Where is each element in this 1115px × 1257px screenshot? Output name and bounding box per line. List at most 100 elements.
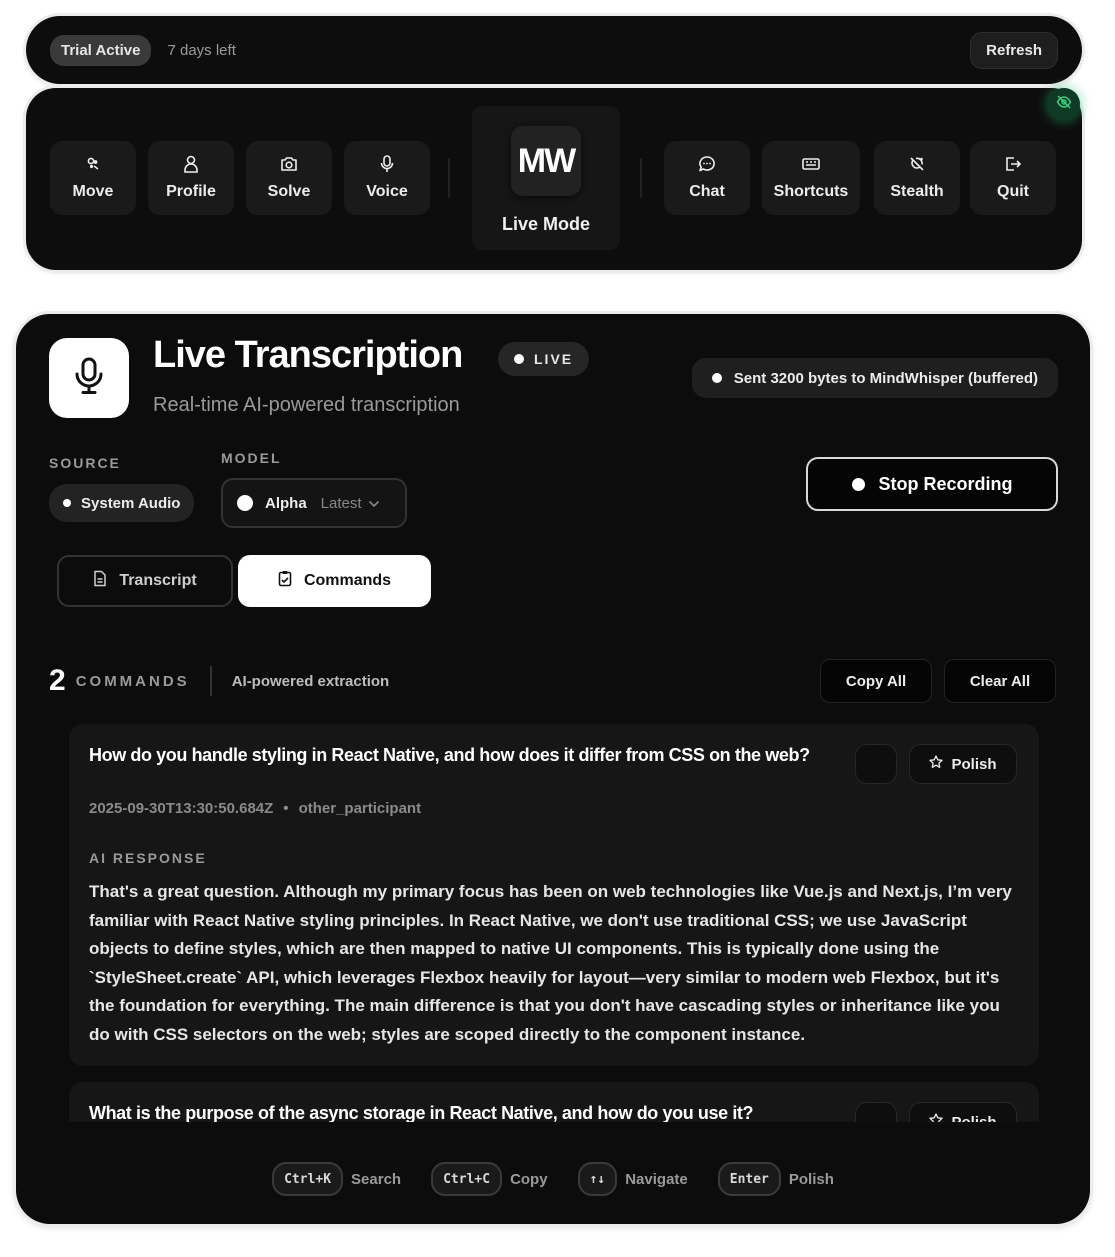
move-label: Move (72, 183, 114, 200)
card-action-button[interactable] (855, 1102, 897, 1122)
solve-label: Solve (267, 183, 311, 200)
shortcut-key: Ctrl+C (431, 1162, 503, 1196)
chat-label: Chat (689, 183, 725, 200)
polish-label: Polish (951, 755, 997, 773)
trial-bar: Trial Active 7 days left Refresh (26, 16, 1082, 84)
status-text: Sent 3200 bytes to MindWhisper (buffered… (733, 369, 1038, 387)
command-timestamp: 2025-09-30T13:30:50.684Z (89, 800, 274, 817)
model-dot (237, 495, 253, 511)
shortcut-label: Navigate (625, 1170, 688, 1188)
clipboard-icon (278, 570, 292, 592)
shortcuts-button[interactable]: Shortcuts (762, 141, 860, 215)
chat-button[interactable]: Chat (664, 141, 750, 215)
solve-button[interactable]: Solve (246, 141, 332, 215)
eye-off-icon (1056, 94, 1072, 115)
stealth-label: Stealth (890, 183, 944, 200)
polish-button[interactable]: Polish (909, 744, 1017, 784)
shortcut-navigate: ↑↓ Navigate (577, 1162, 688, 1196)
live-transcription-panel: Live Transcription LIVE Real-time AI-pow… (16, 314, 1090, 1224)
tab-commands[interactable]: Commands (238, 555, 431, 607)
toolbar-divider (448, 158, 450, 198)
stop-recording-label: Stop Recording (878, 473, 1013, 494)
microphone-icon (378, 155, 396, 173)
ai-response-text: That's a great question. Although my pri… (89, 882, 1012, 1044)
profile-button[interactable]: Profile (148, 141, 234, 215)
record-dot (851, 477, 865, 491)
camera-icon (280, 155, 298, 173)
tab-commands-label: Commands (303, 572, 392, 589)
user-icon (182, 155, 200, 173)
trial-status-badge: Trial Active (50, 34, 152, 66)
shortcut-polish: Enter Polish (717, 1162, 834, 1196)
star-icon (929, 755, 944, 773)
mw-logo: MW (511, 126, 581, 196)
polish-label: Polish (951, 1113, 997, 1123)
voice-label: Voice (366, 183, 408, 200)
shortcut-label: Polish (788, 1170, 834, 1188)
stop-recording-button[interactable]: Stop Recording (806, 457, 1058, 511)
commands-count: 2 (49, 664, 66, 697)
quit-button[interactable]: Quit (970, 141, 1056, 215)
shortcut-hints: Ctrl+K Search Ctrl+C Copy ↑↓ Navigate En… (16, 1162, 1090, 1196)
toolbar-divider (640, 158, 642, 198)
source-value: System Audio (81, 494, 181, 512)
logout-icon (1004, 155, 1022, 173)
model-select[interactable]: Alpha Latest (221, 478, 407, 528)
page-title: Live Transcription (153, 334, 463, 376)
commands-word: COMMANDS (75, 672, 190, 690)
shortcut-search: Ctrl+K Search (272, 1162, 401, 1196)
model-tag: Latest (320, 494, 362, 512)
shortcuts-label: Shortcuts (773, 183, 849, 200)
tab-transcript-label: Transcript (119, 572, 197, 589)
source-dot (63, 499, 71, 507)
toolbar: Move Profile Solve Voice MW Live Mode Ch… (26, 88, 1082, 270)
live-dot (514, 354, 524, 364)
chevron-down-icon (368, 495, 380, 512)
command-card[interactable]: How do you handle styling in React Nativ… (69, 724, 1039, 1066)
trial-days-left: 7 days left (167, 41, 236, 59)
commands-list[interactable]: How do you handle styling in React Nativ… (69, 724, 1039, 1122)
model-label: MODEL (221, 450, 282, 466)
page-subtitle: Real-time AI-powered transcription (153, 394, 460, 416)
command-meta: 2025-09-30T13:30:50.684Z • other_partici… (89, 800, 421, 817)
star-icon (929, 1113, 944, 1122)
keyboard-icon (802, 155, 820, 173)
source-selector[interactable]: System Audio (49, 484, 195, 522)
clear-all-button[interactable]: Clear All (944, 659, 1056, 703)
copy-all-button[interactable]: Copy All (820, 659, 932, 703)
model-name: Alpha (265, 494, 307, 512)
tab-transcript[interactable]: Transcript (57, 555, 233, 607)
refresh-button[interactable]: Refresh (970, 31, 1058, 69)
commands-header: 2 COMMANDS AI-powered extraction (49, 664, 389, 698)
ai-response-label: AI RESPONSE (89, 850, 207, 866)
source-label: SOURCE (49, 455, 121, 471)
shortcut-key: Enter (717, 1162, 781, 1196)
commands-description: AI-powered extraction (231, 672, 390, 690)
header-divider (209, 666, 212, 696)
quit-label: Quit (997, 183, 1029, 200)
stealth-icon (908, 155, 926, 173)
voice-button[interactable]: Voice (344, 141, 430, 215)
command-question: What is the purpose of the async storage… (89, 1103, 754, 1122)
microphone-icon (74, 357, 104, 400)
status-badge: Sent 3200 bytes to MindWhisper (buffered… (691, 358, 1058, 398)
live-mode-label: Live Mode (501, 214, 590, 234)
move-button[interactable]: Move (50, 141, 136, 215)
command-speaker: other_participant (298, 800, 422, 817)
profile-label: Profile (166, 183, 216, 200)
mic-tile (49, 338, 129, 418)
card-action-button[interactable] (855, 744, 897, 784)
shortcut-label: Copy (510, 1170, 548, 1188)
shortcut-label: Search (351, 1170, 402, 1188)
shortcut-copy: Ctrl+C Copy (431, 1162, 548, 1196)
live-mode-button[interactable]: MW Live Mode (472, 106, 620, 250)
stealth-indicator[interactable] (1048, 88, 1080, 120)
shortcut-key: ↑↓ (577, 1162, 618, 1196)
polish-button[interactable]: Polish (909, 1102, 1017, 1122)
status-dot (711, 373, 722, 383)
chat-icon (698, 155, 716, 173)
command-card[interactable]: What is the purpose of the async storage… (69, 1082, 1039, 1122)
stealth-button[interactable]: Stealth (874, 141, 960, 215)
shortcut-key: Ctrl+K (272, 1162, 344, 1196)
live-badge: LIVE (498, 342, 590, 376)
